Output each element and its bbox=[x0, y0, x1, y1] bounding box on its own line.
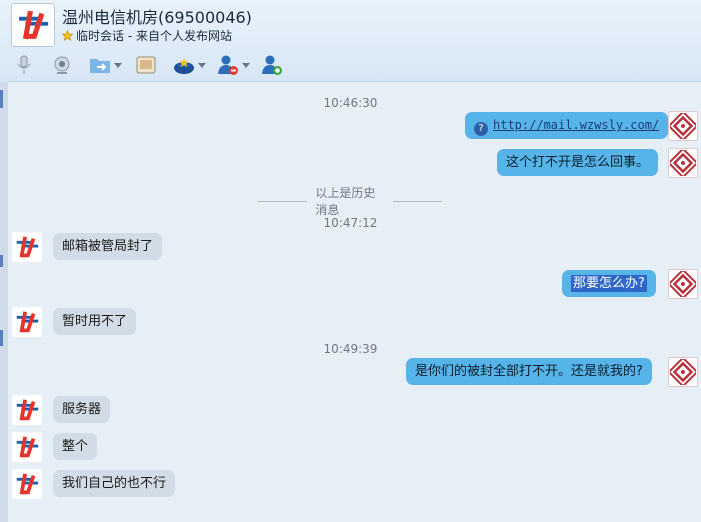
peer-avatar[interactable] bbox=[12, 307, 42, 337]
message-bubble-outgoing: ? http://mail.wzwsly.com/ bbox=[465, 112, 669, 139]
message-link[interactable]: http://mail.wzwsly.com/ bbox=[493, 118, 659, 132]
header-divider bbox=[8, 81, 701, 82]
message-bubble-incoming: 整个 bbox=[53, 433, 98, 460]
send-file-dropdown[interactable] bbox=[112, 53, 124, 77]
send-file-icon[interactable] bbox=[88, 53, 112, 77]
chat-header: 温州电信机房(69500046) 临时会话 - 来自个人发布网站 bbox=[0, 0, 701, 82]
message-bubble-incoming: 暂时用不了 bbox=[53, 308, 137, 335]
message-bubble-incoming: 服务器 bbox=[53, 396, 111, 423]
peer-avatar[interactable] bbox=[12, 395, 42, 425]
add-contact-icon[interactable] bbox=[260, 53, 284, 77]
selected-text[interactable]: 那要怎么办? bbox=[571, 275, 647, 292]
webcam-icon[interactable] bbox=[50, 53, 74, 77]
message-bubble-incoming: 邮箱被管局封了 bbox=[53, 233, 163, 260]
peer-avatar[interactable] bbox=[12, 469, 42, 499]
peer-avatar[interactable] bbox=[12, 232, 42, 262]
timestamp: 10:49:39 bbox=[323, 342, 378, 356]
telecom-logo-icon bbox=[19, 10, 49, 40]
peer-avatar[interactable] bbox=[12, 432, 42, 462]
history-label: 以上是历史消息 bbox=[315, 186, 376, 217]
self-avatar[interactable] bbox=[668, 111, 698, 141]
contact-avatar[interactable] bbox=[11, 3, 55, 47]
message-bubble-incoming: 我们自己的也不行 bbox=[53, 470, 176, 497]
contact-name: 温州电信机房(69500046) bbox=[62, 8, 252, 27]
message-bubble-outgoing: 是你们的被封全部打不开。还是就我的? bbox=[406, 358, 652, 385]
apps-dropdown[interactable] bbox=[196, 53, 208, 77]
apps-icon[interactable] bbox=[172, 53, 196, 77]
remove-contact-dropdown[interactable] bbox=[240, 53, 252, 77]
screenshot-icon[interactable] bbox=[134, 53, 158, 77]
session-note: 临时会话 - 来自个人发布网站 bbox=[76, 29, 232, 43]
self-avatar[interactable] bbox=[668, 357, 698, 387]
history-separator: 以上是历史消息 bbox=[250, 184, 450, 218]
chat-toolbar bbox=[12, 52, 284, 78]
self-avatar[interactable] bbox=[668, 148, 698, 178]
star-icon bbox=[62, 30, 73, 41]
message-bubble-outgoing: 那要怎么办? bbox=[562, 270, 656, 297]
self-avatar[interactable] bbox=[668, 269, 698, 299]
link-safety-icon: ? bbox=[474, 122, 488, 136]
timestamp: 10:46:30 bbox=[323, 96, 378, 110]
timestamp: 10:47:12 bbox=[323, 216, 378, 230]
message-bubble-outgoing: 这个打不开是怎么回事。 bbox=[497, 149, 659, 176]
remove-contact-icon[interactable] bbox=[216, 53, 240, 77]
microphone-icon[interactable] bbox=[12, 53, 36, 77]
session-info: 临时会话 - 来自个人发布网站 bbox=[62, 27, 232, 44]
